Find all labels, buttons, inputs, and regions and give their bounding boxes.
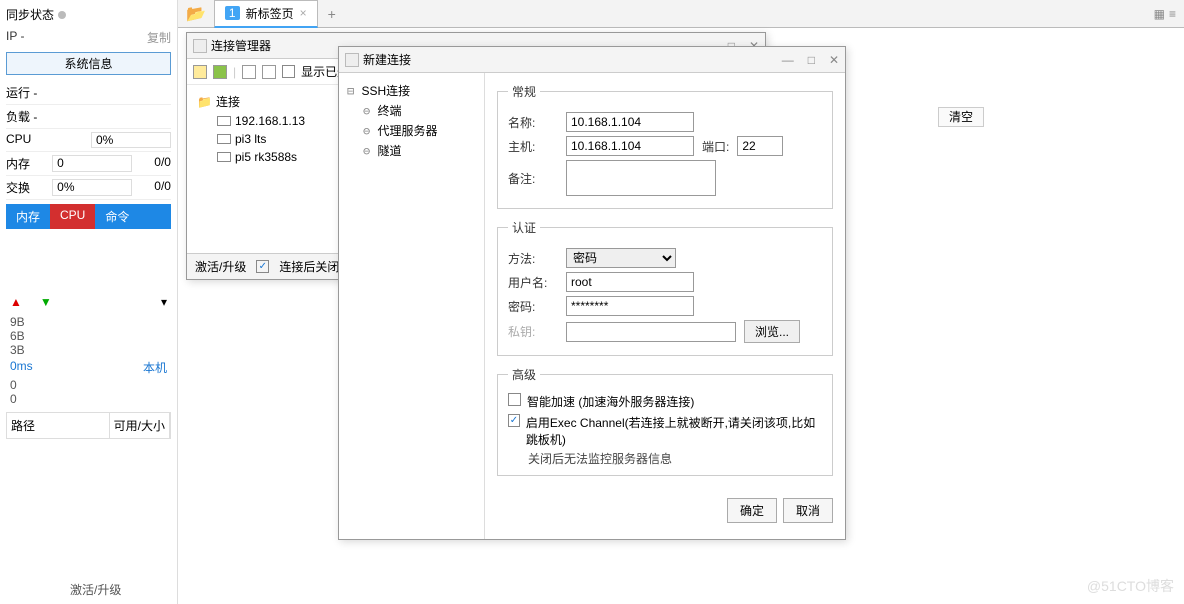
newconn-titlebar[interactable]: 新建连接 ― □ ✕ bbox=[339, 47, 845, 73]
exec-label: 启用Exec Channel(若连接上就被断开,请关闭该项,比如跳板机) bbox=[526, 414, 822, 448]
maximize-icon[interactable]: □ bbox=[808, 53, 815, 67]
tab-number: 1 bbox=[225, 6, 240, 20]
pass-label: 密码: bbox=[508, 298, 558, 315]
copy-link[interactable]: 复制 bbox=[147, 29, 171, 46]
tree-terminal[interactable]: ⊖ 终端 bbox=[347, 101, 476, 121]
general-legend: 常规 bbox=[508, 83, 540, 100]
mem-row: 内存00/0 bbox=[6, 152, 171, 176]
expand-icon[interactable]: ▾ bbox=[161, 295, 167, 309]
host-icon bbox=[217, 134, 231, 144]
note-label: 备注: bbox=[508, 170, 558, 187]
activate-link[interactable]: 激活/升级 bbox=[195, 258, 246, 275]
swap-row: 交换0%0/0 bbox=[6, 176, 171, 200]
net-indicator: ▲ ▼ ▾ bbox=[6, 289, 171, 315]
main-tabbar: 📂 1 新标签页 × + ▦ ≡ bbox=[178, 0, 1184, 28]
clear-button[interactable]: 清空 bbox=[938, 107, 984, 127]
port-input[interactable] bbox=[737, 136, 783, 156]
app-icon bbox=[345, 53, 359, 67]
host-icon bbox=[217, 152, 231, 162]
close-icon[interactable]: × bbox=[300, 6, 307, 20]
close-after-checkbox[interactable] bbox=[256, 260, 269, 273]
accel-checkbox[interactable] bbox=[508, 393, 521, 406]
sidebar: 同步状态 IP - 复制 系统信息 运行 - 负载 - CPU0% 内存00/0… bbox=[0, 0, 178, 604]
key-input bbox=[566, 322, 736, 342]
adv-legend: 高级 bbox=[508, 366, 540, 383]
tab-memory[interactable]: 内存 bbox=[6, 204, 50, 229]
upload-icon: ▲ bbox=[10, 295, 22, 309]
latency-row: 0ms本机 bbox=[6, 357, 171, 378]
tree-ssh[interactable]: ⊟ SSH连接 bbox=[347, 81, 476, 101]
status-dot-icon bbox=[58, 11, 66, 19]
run-row: 运行 - bbox=[6, 81, 171, 105]
newconn-title: 新建连接 bbox=[363, 51, 411, 68]
host-icon bbox=[217, 116, 231, 126]
method-label: 方法: bbox=[508, 250, 558, 267]
auth-legend: 认证 bbox=[508, 219, 540, 236]
accel-label: 智能加速 (加速海外服务器连接) bbox=[527, 393, 694, 410]
chart-y-labels: 9B6B3B bbox=[6, 315, 171, 357]
close-after-label: 连接后关闭 bbox=[279, 258, 339, 275]
zero-labels: 00 bbox=[6, 378, 171, 406]
host-label: 主机: bbox=[508, 138, 558, 155]
download-icon: ▼ bbox=[40, 295, 52, 309]
tab-command[interactable]: 命令 bbox=[95, 204, 171, 229]
browse-button[interactable]: 浏览... bbox=[744, 320, 800, 343]
name-input[interactable] bbox=[566, 112, 694, 132]
connmgr-title: 连接管理器 bbox=[211, 37, 271, 54]
tab-cpu[interactable]: CPU bbox=[50, 204, 95, 229]
show-deleted-checkbox[interactable] bbox=[282, 65, 295, 78]
newconn-tree: ⊟ SSH连接 ⊖ 终端 ⊖ 代理服务器 ⊖ 隧道 bbox=[339, 73, 485, 539]
user-label: 用户名: bbox=[508, 274, 558, 291]
tree-tunnel[interactable]: ⊖ 隧道 bbox=[347, 141, 476, 161]
path-col[interactable]: 路径 bbox=[7, 413, 110, 438]
general-fieldset: 常规 名称: 主机: 端口: 备注: bbox=[497, 83, 833, 209]
ok-button[interactable]: 确定 bbox=[727, 498, 777, 523]
pass-input[interactable] bbox=[566, 296, 694, 316]
add-tab-button[interactable]: + bbox=[318, 6, 346, 22]
adv-note: 关闭后无法监控服务器信息 bbox=[508, 450, 822, 467]
note-input[interactable] bbox=[566, 160, 716, 196]
tab-label: 新标签页 bbox=[246, 5, 294, 22]
newconn-form: 常规 名称: 主机: 端口: 备注: 认证 方法: 密码 用户名: 密码: 私钥: 浏… bbox=[485, 73, 845, 539]
activate-link[interactable]: 激活/升级 bbox=[70, 581, 121, 598]
sync-status: 同步状态 bbox=[6, 4, 171, 25]
folder-icon: 📁 bbox=[197, 95, 212, 109]
key-label: 私钥: bbox=[508, 323, 558, 340]
folder-open-icon[interactable]: 📂 bbox=[178, 4, 214, 24]
load-row: 负载 - bbox=[6, 105, 171, 129]
minimize-icon[interactable]: ― bbox=[782, 53, 794, 67]
path-header: 路径 可用/大小 bbox=[6, 412, 171, 439]
port-label: 端口: bbox=[702, 138, 729, 155]
metric-tabs: 内存 CPU 命令 bbox=[6, 204, 171, 229]
advanced-fieldset: 高级 智能加速 (加速海外服务器连接) 启用Exec Channel(若连接上就… bbox=[497, 366, 833, 476]
size-col[interactable]: 可用/大小 bbox=[110, 413, 170, 438]
tree-proxy[interactable]: ⊖ 代理服务器 bbox=[347, 121, 476, 141]
cpu-row: CPU0% bbox=[6, 129, 171, 152]
new-conn-icon[interactable] bbox=[213, 65, 227, 79]
tab-new[interactable]: 1 新标签页 × bbox=[214, 0, 318, 28]
list-view-icon[interactable]: ≡ bbox=[1169, 7, 1176, 21]
grid-view-icon[interactable]: ▦ bbox=[1154, 7, 1165, 21]
cancel-button[interactable]: 取消 bbox=[783, 498, 833, 523]
ip-row: IP - 复制 bbox=[6, 25, 171, 50]
method-select[interactable]: 密码 bbox=[566, 248, 676, 268]
system-info-button[interactable]: 系统信息 bbox=[6, 52, 171, 75]
auth-fieldset: 认证 方法: 密码 用户名: 密码: 私钥: 浏览... bbox=[497, 219, 833, 356]
watermark: @51CTO博客 bbox=[1087, 576, 1174, 596]
app-icon bbox=[193, 39, 207, 53]
name-label: 名称: bbox=[508, 114, 558, 131]
collapse-icon[interactable] bbox=[242, 65, 256, 79]
exec-checkbox[interactable] bbox=[508, 414, 520, 427]
new-connection-window: 新建连接 ― □ ✕ ⊟ SSH连接 ⊖ 终端 ⊖ 代理服务器 ⊖ 隧道 常规 … bbox=[338, 46, 846, 540]
user-input[interactable] bbox=[566, 272, 694, 292]
expand-icon[interactable] bbox=[262, 65, 276, 79]
toolbar-right: 清空 bbox=[938, 108, 984, 125]
host-input[interactable] bbox=[566, 136, 694, 156]
new-folder-icon[interactable] bbox=[193, 65, 207, 79]
close-icon[interactable]: ✕ bbox=[829, 53, 839, 67]
